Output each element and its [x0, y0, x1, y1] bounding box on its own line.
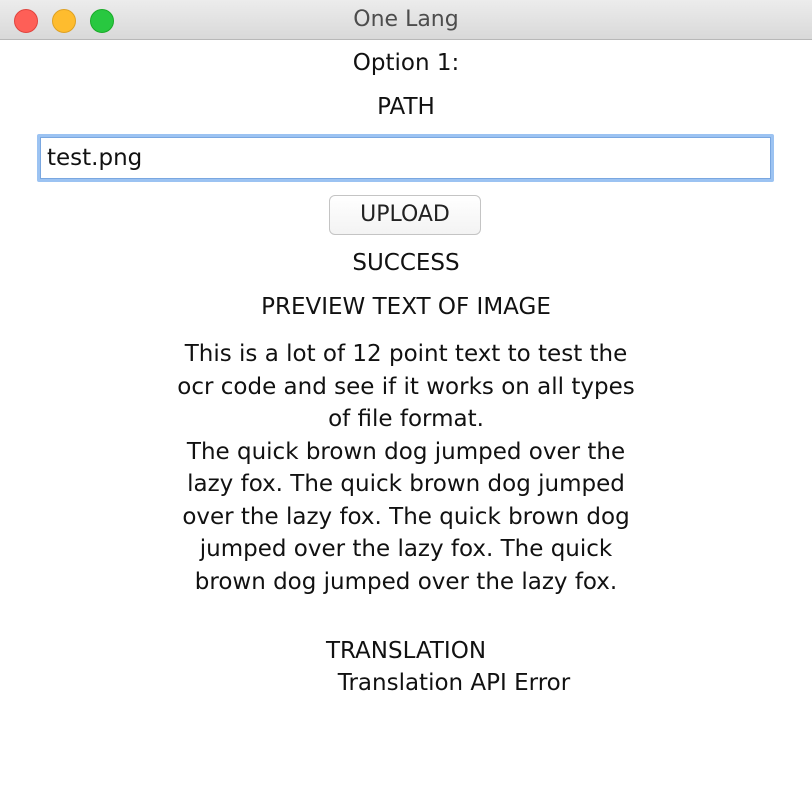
- window-title: One Lang: [353, 7, 459, 32]
- preview-text: This is a lot of 12 point text to test t…: [140, 338, 672, 598]
- app-window: One Lang Option 1: PATH UPLOAD SUCCESS P…: [0, 0, 812, 788]
- path-label: PATH: [377, 94, 435, 120]
- preview-line: over the lazy fox. The quick brown dog: [182, 503, 630, 530]
- preview-heading: PREVIEW TEXT OF IMAGE: [261, 294, 551, 320]
- translation-heading: TRANSLATION: [325, 638, 487, 664]
- upload-button[interactable]: UPLOAD: [329, 195, 481, 235]
- preview-line: This is a lot of 12 point text to test t…: [184, 341, 628, 367]
- preview-line: lazy fox. The quick brown dog jumped: [187, 471, 625, 497]
- title-bar[interactable]: One Lang: [0, 0, 812, 40]
- path-input[interactable]: [40, 137, 771, 179]
- translation-result: Translation API Error: [337, 670, 571, 696]
- preview-line: jumped over the lazy fox. The quick: [199, 536, 613, 562]
- option-label: Option 1:: [352, 50, 460, 76]
- preview-line: of file format.: [328, 406, 484, 432]
- path-input-container: [37, 134, 774, 182]
- preview-line: The quick brown dog jumped over the: [186, 438, 626, 465]
- preview-line: ocr code and see if it works on all type…: [177, 373, 635, 400]
- status-text: SUCCESS: [352, 250, 460, 276]
- preview-line: brown dog jumped over the lazy fox.: [194, 568, 618, 595]
